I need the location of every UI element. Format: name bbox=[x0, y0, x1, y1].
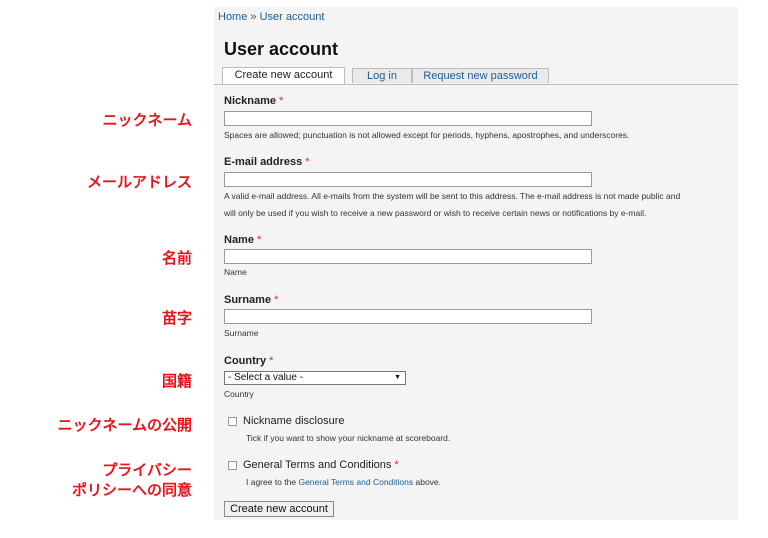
chevron-down-icon: ▼ bbox=[394, 374, 401, 381]
terms-label[interactable]: General Terms and Conditions * bbox=[243, 459, 399, 471]
surname-description: Surname bbox=[224, 328, 259, 338]
tab-create-new-account[interactable]: Create new account bbox=[222, 67, 345, 84]
name-input[interactable] bbox=[224, 249, 592, 264]
tab-request-new-password[interactable]: Request new password bbox=[412, 68, 549, 83]
nickname-description: Spaces are allowed; punctuation is not a… bbox=[224, 130, 630, 140]
email-label: E-mail address * bbox=[224, 156, 310, 168]
nickname-disclosure-description: Tick if you want to show your nickname a… bbox=[246, 433, 451, 443]
annotation-name: 名前 bbox=[161, 249, 192, 267]
breadcrumb-current-link[interactable]: User account bbox=[260, 11, 325, 23]
annotation-privacy-line2: ポリシーへの同意 bbox=[71, 481, 192, 499]
terms-checkbox[interactable] bbox=[228, 461, 237, 470]
nickname-disclosure-label[interactable]: Nickname disclosure bbox=[243, 415, 344, 427]
country-selected-value: - Select a value - bbox=[228, 372, 304, 383]
email-input[interactable] bbox=[224, 172, 592, 187]
annotation-surname: 苗字 bbox=[161, 309, 192, 327]
annotation-email: メールアドレス bbox=[86, 173, 192, 191]
annotation-nickname-disclosure: ニックネームの公開 bbox=[57, 416, 192, 434]
annotation-privacy-line1: プライバシー bbox=[102, 461, 192, 479]
country-description: Country bbox=[224, 389, 254, 399]
country-label: Country * bbox=[224, 355, 274, 367]
account-form-panel: Home » User account User account Create … bbox=[214, 7, 738, 520]
email-description-line2: will only be used if you wish to receive… bbox=[224, 208, 647, 218]
page-title: User account bbox=[224, 39, 339, 59]
annotation-nickname: ニックネーム bbox=[102, 111, 192, 129]
create-account-button[interactable]: Create new account bbox=[224, 501, 334, 517]
breadcrumb: Home » User account bbox=[218, 11, 324, 23]
nickname-label: Nickname * bbox=[224, 95, 284, 107]
nickname-disclosure-checkbox[interactable] bbox=[228, 417, 237, 426]
tab-log-in[interactable]: Log in bbox=[352, 68, 412, 83]
name-description: Name bbox=[224, 267, 247, 277]
email-description-line1: A valid e-mail address. All e-mails from… bbox=[224, 191, 681, 201]
name-label: Name * bbox=[224, 234, 262, 246]
breadcrumb-home-link[interactable]: Home bbox=[218, 11, 247, 23]
terms-description: I agree to the General Terms and Conditi… bbox=[246, 477, 442, 487]
breadcrumb-separator: » bbox=[250, 11, 257, 23]
annotation-country: 国籍 bbox=[161, 372, 192, 390]
country-select[interactable]: - Select a value - ▼ bbox=[224, 371, 406, 385]
tab-bar: Create new account Log in Request new pa… bbox=[214, 67, 738, 85]
surname-label: Surname * bbox=[224, 294, 279, 306]
surname-input[interactable] bbox=[224, 309, 592, 324]
terms-link[interactable]: General Terms and Conditions bbox=[298, 477, 413, 487]
nickname-input[interactable] bbox=[224, 111, 592, 126]
